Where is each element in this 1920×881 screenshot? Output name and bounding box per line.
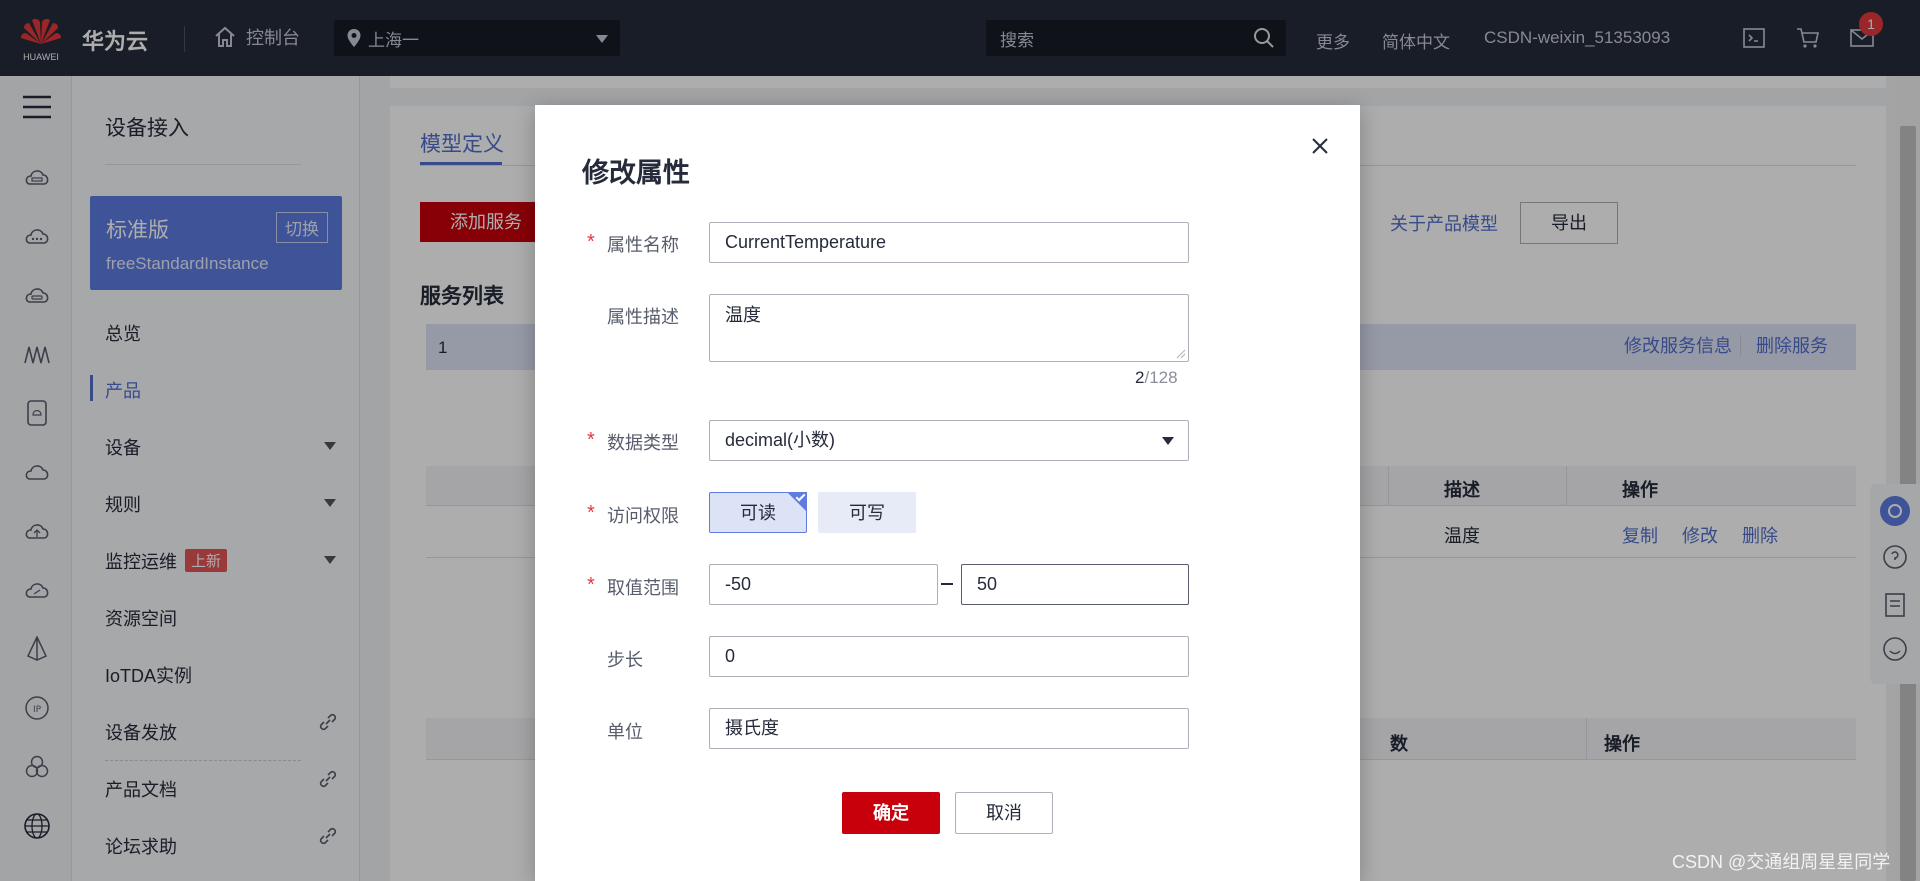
close-icon[interactable] [1305,131,1335,161]
option-label: 可读 [740,503,776,523]
field-label: 步长 [607,650,643,670]
cancel-button[interactable]: 取消 [955,792,1053,834]
range-min-input[interactable]: -50 [709,564,938,605]
access-readable-option[interactable]: 可读 [709,491,807,533]
field-label: 单位 [607,722,643,742]
select-value: decimal(小数) [725,430,836,450]
property-name-input[interactable]: CurrentTemperature [709,222,1189,263]
confirm-button[interactable]: 确定 [842,792,940,834]
resize-handle-icon[interactable] [1176,349,1186,359]
unit-input[interactable]: 摄氏度 [709,708,1189,749]
field-label: 属性名称 [607,235,679,255]
char-max: /128 [1144,368,1178,387]
field-label: 属性描述 [607,307,679,327]
property-description-textarea[interactable]: 温度 [709,294,1189,362]
required-marker: * [587,231,595,253]
required-marker: * [587,429,595,451]
access-writable-option[interactable]: 可写 [818,492,916,533]
edit-property-dialog: 修改属性 * 属性名称 CurrentTemperature 属性描述 温度 2… [535,105,1360,881]
watermark-text: CSDN @交通组周星星同学 [1672,852,1891,872]
chevron-down-icon [1162,437,1174,445]
textarea-value: 温度 [725,305,761,325]
field-label: 访问权限 [607,506,679,526]
range-separator [941,583,953,585]
field-label: 数据类型 [607,433,679,453]
data-type-select[interactable]: decimal(小数) [709,420,1189,461]
required-marker: * [587,502,595,524]
character-counter: 2/128 [1135,368,1178,388]
required-marker: * [587,574,595,596]
range-max-input[interactable]: 50 [961,564,1189,605]
field-label: 取值范围 [607,578,679,598]
dialog-title: 修改属性 [582,158,690,188]
step-input[interactable]: 0 [709,636,1189,677]
